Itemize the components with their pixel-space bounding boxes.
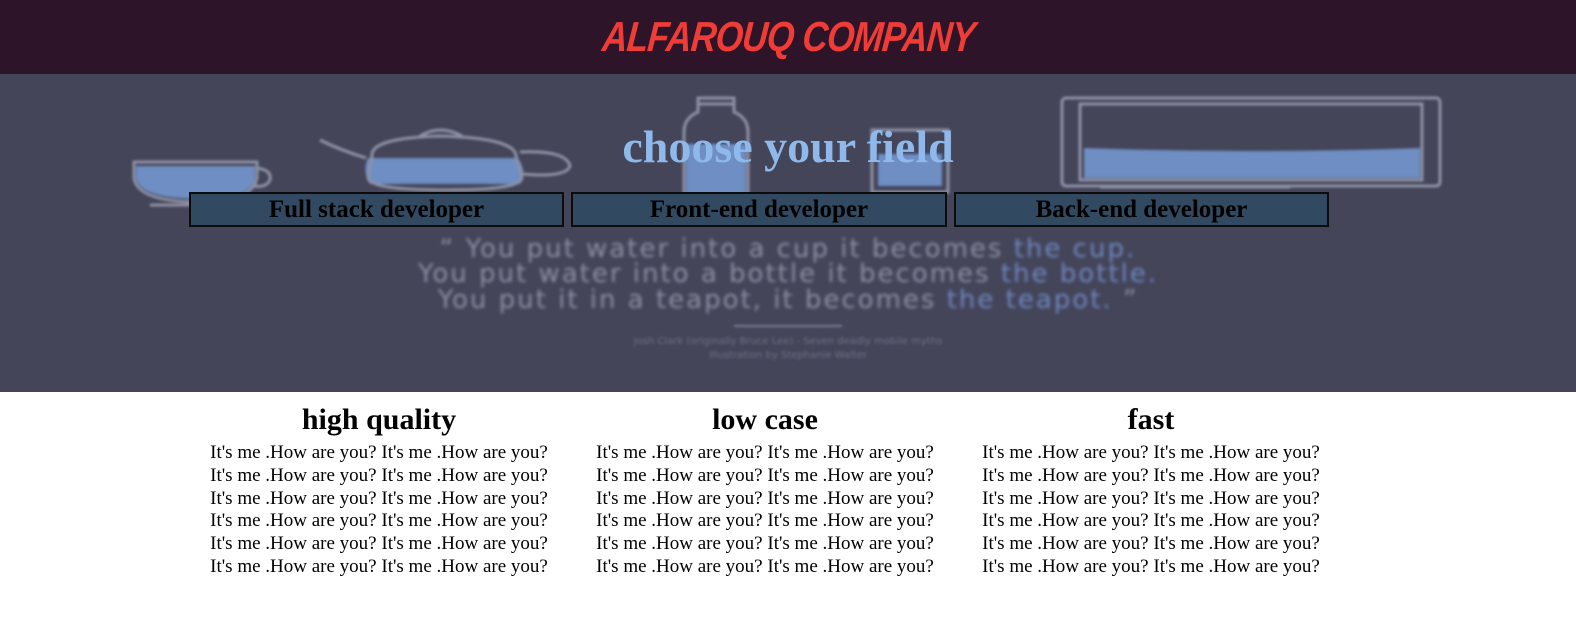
quote-line-3: You put it in a teapot, it becomes the t… — [437, 285, 1139, 315]
feature-text-line: It's me .How are you? It's me .How are y… — [210, 464, 548, 486]
feature-text-line: It's me .How are you? It's me .How are y… — [596, 487, 934, 509]
full-stack-developer-button[interactable]: Full stack developer — [189, 192, 564, 227]
feature-text-line: It's me .How are you? It's me .How are y… — [210, 555, 548, 577]
feature-text-line: It's me .How are you? It's me .How are y… — [982, 442, 1320, 463]
feature-high-quality: high quality It's me .How are you? It's … — [189, 392, 569, 579]
feature-text-line: It's me .How are you? It's me .How are y… — [210, 510, 548, 532]
feature-text-line: It's me .How are you? It's me .How are y… — [982, 555, 1320, 577]
hero-banner: “ You put water into a cup it becomes th… — [0, 74, 1576, 392]
feature-title: low case — [712, 403, 818, 436]
hero-title: choose your field — [622, 121, 954, 172]
back-end-developer-button[interactable]: Back-end developer — [954, 192, 1329, 227]
feature-text-line: It's me .How are you? It's me .How are y… — [210, 487, 548, 509]
feature-text-line: It's me .How are you? It's me .How are y… — [210, 442, 548, 463]
feature-fast: fast It's me .How are you? It's me .How … — [961, 392, 1341, 579]
quote-credit: Josh Clark (originally Bruce Lee) - Seve… — [633, 336, 943, 347]
feature-text-line: It's me .How are you? It's me .How are y… — [596, 464, 934, 486]
features-section: high quality It's me .How are you? It's … — [0, 392, 1576, 617]
front-end-developer-button[interactable]: Front-end developer — [571, 192, 947, 227]
feature-title: high quality — [301, 403, 457, 436]
feature-text-line: It's me .How are you? It's me .How are y… — [982, 510, 1320, 532]
feature-text-line: It's me .How are you? It's me .How are y… — [982, 487, 1320, 509]
feature-text-line: It's me .How are you? It's me .How are y… — [210, 533, 548, 555]
company-logo-text[interactable]: ALFAROUQ COMPANY — [600, 13, 976, 61]
feature-text-line: It's me .How are you? It's me .How are y… — [596, 510, 934, 532]
feature-text-line: It's me .How are you? It's me .How are y… — [982, 464, 1320, 486]
top-bar: ALFAROUQ COMPANY — [0, 0, 1576, 74]
feature-text-line: It's me .How are you? It's me .How are y… — [596, 555, 934, 577]
illustration-credit: Illustration by Stephanie Walter — [708, 350, 867, 361]
feature-title: fast — [1127, 403, 1175, 436]
feature-low-case: low case It's me .How are you? It's me .… — [575, 392, 955, 579]
feature-text-line: It's me .How are you? It's me .How are y… — [596, 533, 934, 555]
feature-text-line: It's me .How are you? It's me .How are y… — [596, 442, 934, 463]
feature-text-line: It's me .How are you? It's me .How are y… — [982, 533, 1320, 555]
